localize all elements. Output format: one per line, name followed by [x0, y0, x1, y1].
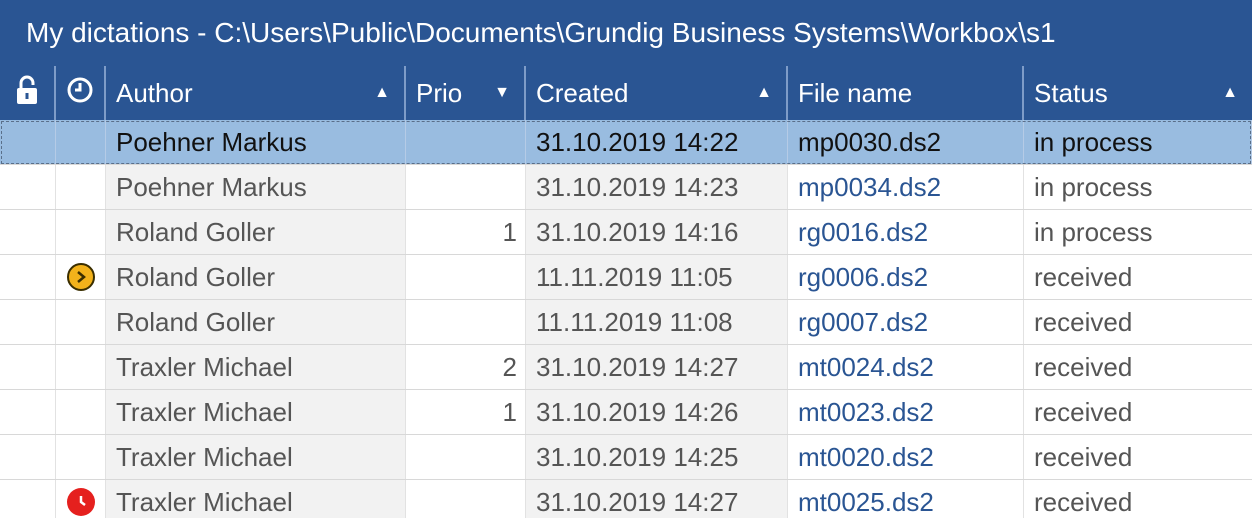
- lock-cell: [0, 480, 56, 518]
- status-icon-cell: [56, 120, 106, 164]
- created-cell: 31.10.2019 14:23: [526, 165, 788, 209]
- author-cell: Roland Goller: [106, 255, 406, 299]
- status-cell: received: [1034, 306, 1133, 337]
- status-icon-cell: [56, 345, 106, 389]
- alarm-clock-icon: [66, 488, 95, 516]
- author-cell: Poehner Markus: [106, 165, 406, 209]
- author-cell: Roland Goller: [106, 300, 406, 344]
- created-cell: 31.10.2019 14:16: [526, 210, 788, 254]
- column-header-file-name[interactable]: File name: [788, 66, 1024, 120]
- lock-cell: [0, 255, 56, 299]
- table-row[interactable]: Roland Goller 1 31.10.2019 14:16 rg0016.…: [0, 210, 1252, 255]
- sort-ascending-icon: ▲: [756, 84, 772, 101]
- created-cell: 31.10.2019 14:27: [526, 480, 788, 518]
- lock-icon: [15, 75, 39, 112]
- author-cell: Traxler Michael: [106, 480, 406, 518]
- author-cell: Traxler Michael: [106, 390, 406, 434]
- table-row[interactable]: Traxler Michael 31.10.2019 14:27 mt0025.…: [0, 480, 1252, 518]
- lock-cell: [0, 390, 56, 434]
- status-icon-cell: [56, 435, 106, 479]
- file-name-cell[interactable]: rg0007.ds2: [788, 300, 1024, 344]
- author-cell: Traxler Michael: [106, 345, 406, 389]
- file-name-cell[interactable]: mp0030.ds2: [788, 120, 1024, 164]
- lock-cell: [0, 120, 56, 164]
- status-cell: in process: [1034, 171, 1153, 202]
- prio-cell: 2: [406, 345, 526, 389]
- sort-ascending-icon: ▲: [1222, 84, 1238, 101]
- author-cell: Roland Goller: [106, 210, 406, 254]
- column-header-prio[interactable]: Prio ▼: [406, 66, 526, 120]
- column-header-author[interactable]: Author ▲: [106, 66, 406, 120]
- file-name-cell[interactable]: mt0023.ds2: [788, 390, 1024, 434]
- lock-cell: [0, 300, 56, 344]
- status-cell: received: [1034, 261, 1133, 292]
- table-row[interactable]: Traxler Michael 2 31.10.2019 14:27 mt002…: [0, 345, 1252, 390]
- table-row[interactable]: Roland Goller 11.11.2019 11:05 rg0006.ds…: [0, 255, 1252, 300]
- status-cell: received: [1034, 351, 1133, 382]
- table-row[interactable]: Roland Goller 11.11.2019 11:08 rg0007.ds…: [0, 300, 1252, 345]
- prio-cell: [406, 300, 526, 344]
- window-title: My dictations - C:\Users\Public\Document…: [0, 0, 1252, 66]
- status-icon-cell: [56, 480, 106, 518]
- lock-cell: [0, 345, 56, 389]
- prio-cell: [406, 165, 526, 209]
- table-row[interactable]: Traxler Michael 31.10.2019 14:25 mt0020.…: [0, 435, 1252, 480]
- column-header-author-label: Author: [116, 77, 193, 108]
- created-cell: 31.10.2019 14:27: [526, 345, 788, 389]
- forward-icon: [66, 263, 95, 291]
- column-header-created[interactable]: Created ▲: [526, 66, 788, 120]
- file-name-cell[interactable]: mt0025.ds2: [788, 480, 1024, 518]
- file-name-cell[interactable]: rg0016.ds2: [788, 210, 1024, 254]
- column-header-status-label: Status: [1034, 77, 1108, 108]
- table-row[interactable]: Poehner Markus 31.10.2019 14:22 mp0030.d…: [0, 120, 1252, 165]
- table-row[interactable]: Traxler Michael 1 31.10.2019 14:26 mt002…: [0, 390, 1252, 435]
- column-header-created-label: Created: [536, 77, 629, 108]
- column-header-lock[interactable]: [0, 66, 56, 120]
- lock-cell: [0, 165, 56, 209]
- status-cell: received: [1034, 441, 1133, 472]
- prio-cell: [406, 120, 526, 164]
- clock-icon: [66, 76, 94, 111]
- column-header-status[interactable]: Status ▲: [1024, 66, 1252, 120]
- status-icon-cell: [56, 390, 106, 434]
- created-cell: 31.10.2019 14:25: [526, 435, 788, 479]
- column-header-file-name-label: File name: [798, 77, 913, 108]
- created-cell: 11.11.2019 11:05: [526, 255, 788, 299]
- status-icon-cell: [56, 255, 106, 299]
- prio-cell: [406, 435, 526, 479]
- file-name-cell[interactable]: rg0006.ds2: [788, 255, 1024, 299]
- column-header-row: Author ▲ Prio ▼ Created ▲ File name Stat…: [0, 66, 1252, 120]
- column-header-clock[interactable]: [56, 66, 106, 120]
- status-cell: received: [1034, 486, 1133, 517]
- prio-cell: [406, 255, 526, 299]
- column-header-prio-label: Prio: [416, 77, 463, 108]
- created-cell: 31.10.2019 14:26: [526, 390, 788, 434]
- status-cell: in process: [1024, 120, 1252, 164]
- prio-cell: 1: [406, 390, 526, 434]
- dictation-table-body: Poehner Markus 31.10.2019 14:22 mp0030.d…: [0, 120, 1252, 518]
- status-icon-cell: [56, 210, 106, 254]
- status-icon-cell: [56, 165, 106, 209]
- sort-ascending-icon: ▲: [374, 84, 390, 101]
- status-icon-cell: [56, 300, 106, 344]
- prio-cell: [406, 480, 526, 518]
- prio-cell: 1: [406, 210, 526, 254]
- author-cell: Traxler Michael: [106, 435, 406, 479]
- lock-cell: [0, 210, 56, 254]
- sort-descending-icon: ▼: [494, 84, 510, 101]
- table-row[interactable]: Poehner Markus 31.10.2019 14:23 mp0034.d…: [0, 165, 1252, 210]
- lock-cell: [0, 435, 56, 479]
- author-cell: Poehner Markus: [106, 120, 406, 164]
- created-cell: 31.10.2019 14:22: [526, 120, 788, 164]
- status-cell: received: [1034, 396, 1133, 427]
- dictation-list-window: My dictations - C:\Users\Public\Document…: [0, 0, 1252, 518]
- created-cell: 11.11.2019 11:08: [526, 300, 788, 344]
- file-name-cell[interactable]: mp0034.ds2: [788, 165, 1024, 209]
- file-name-cell[interactable]: mt0020.ds2: [788, 435, 1024, 479]
- file-name-cell[interactable]: mt0024.ds2: [788, 345, 1024, 389]
- status-cell: in process: [1034, 216, 1153, 247]
